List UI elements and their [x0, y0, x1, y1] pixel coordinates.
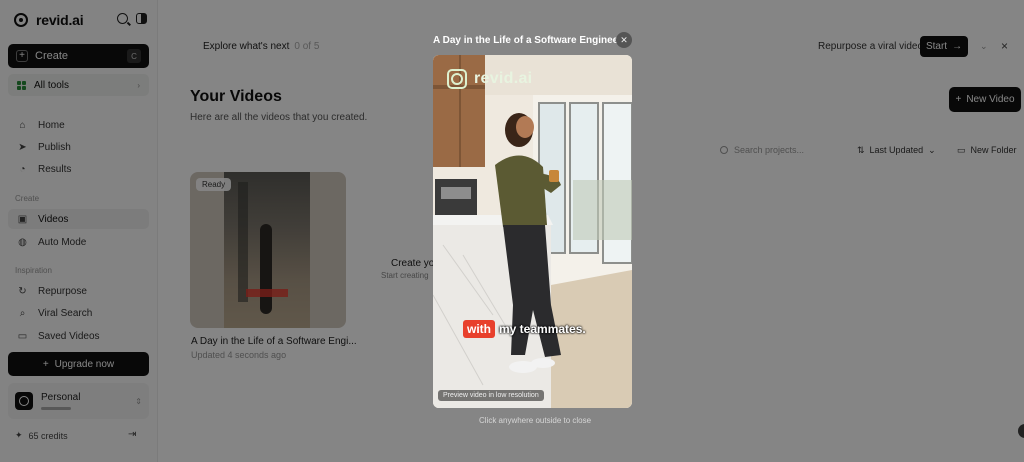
- video-subtitle: with my teammates.: [463, 320, 586, 338]
- video-player[interactable]: revid.ai with my teammates. Preview vide…: [433, 55, 632, 408]
- close-hint: Click anywhere outside to close: [479, 416, 592, 425]
- watermark-text: revid.ai: [474, 70, 533, 87]
- modal-title: A Day in the Life of a Software Engineer: [433, 35, 623, 46]
- close-icon[interactable]: ✕: [616, 32, 632, 48]
- watermark: revid.ai: [447, 69, 532, 89]
- video-frame: [433, 55, 632, 408]
- subtitle-highlight: with: [463, 320, 495, 338]
- subtitle-text: my teammates.: [499, 322, 586, 336]
- preview-note: Preview video in low resolution: [438, 390, 544, 401]
- revid-logo-icon: [447, 69, 467, 89]
